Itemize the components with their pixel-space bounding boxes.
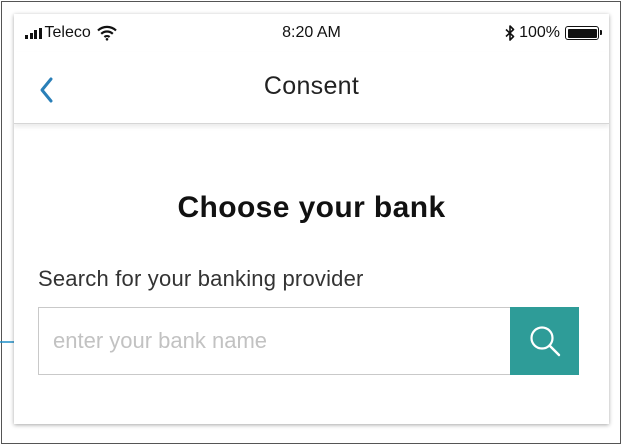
page-title: Consent <box>263 72 360 100</box>
battery-icon <box>565 26 602 40</box>
bluetooth-icon <box>505 25 515 41</box>
battery-percent: 100% <box>519 24 560 41</box>
choose-bank-heading: Choose your bank <box>177 191 446 224</box>
phone-screen: Teleco 8:20 AM 100% Consent Choose your … <box>14 14 609 424</box>
search-label: Search for your banking provider <box>38 266 364 291</box>
battery-fill <box>567 28 597 38</box>
navigation-bar: Consent <box>14 52 609 124</box>
status-bar: Teleco 8:20 AM 100% <box>14 14 609 52</box>
search-icon <box>529 326 560 357</box>
bank-search-input[interactable] <box>38 307 510 375</box>
status-right: 100% <box>505 24 602 42</box>
search-button[interactable] <box>510 307 579 375</box>
